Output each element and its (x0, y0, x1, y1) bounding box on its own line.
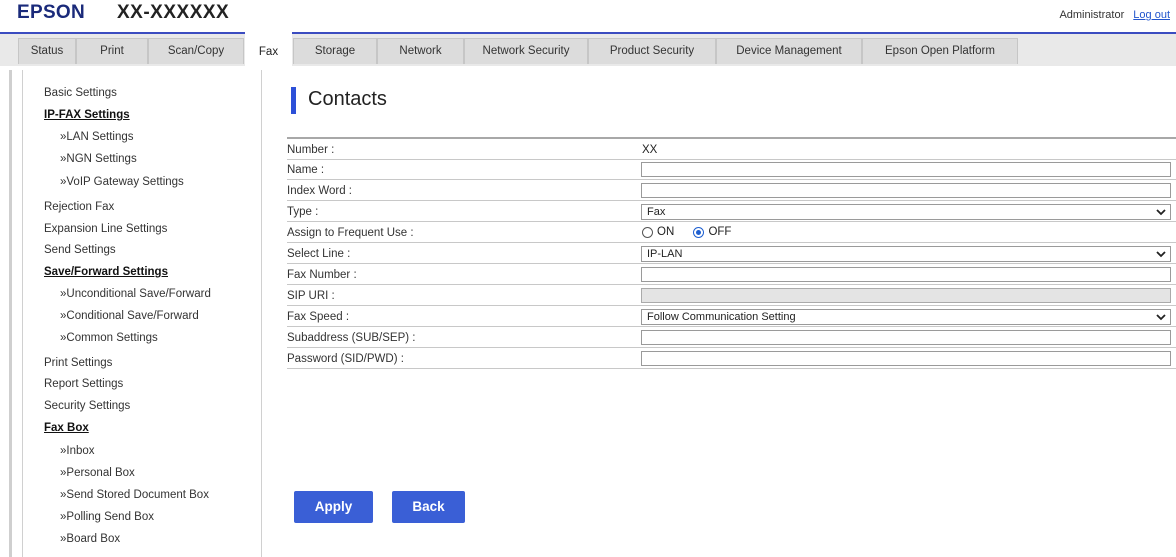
fax-speed-value: Follow Communication Setting (647, 311, 796, 323)
subaddress-field[interactable] (641, 330, 1171, 345)
number-label: Number : (287, 144, 335, 156)
header: EPSON XX-XXXXXX Administrator Log out (0, 0, 1176, 28)
tab-product-security[interactable]: Product Security (588, 38, 716, 64)
fax-speed-select[interactable]: Follow Communication Setting (641, 309, 1171, 325)
frequent-off-radio[interactable] (693, 226, 705, 238)
tab-status[interactable]: Status (18, 38, 76, 64)
select-line-select[interactable]: IP-LAN (641, 246, 1171, 262)
fax-speed-label: Fax Speed : (287, 311, 350, 323)
chevron-down-icon (1156, 251, 1166, 258)
sidebar-item-expansion-line-settings[interactable]: Expansion Line Settings (44, 223, 167, 235)
form-top-divider (287, 137, 1176, 139)
sidebar-item-lan-settings[interactable]: »LAN Settings (60, 131, 134, 143)
subaddress-label: Subaddress (SUB/SEP) : (287, 332, 416, 344)
select-line-value: IP-LAN (647, 248, 683, 260)
frequent-on-label: ON (657, 226, 675, 238)
sidebar-item-conditional-save-forward[interactable]: »Conditional Save/Forward (60, 310, 199, 322)
fax-number-field[interactable] (641, 267, 1171, 282)
index-word-label: Index Word : (287, 185, 352, 197)
name-label: Name : (287, 164, 325, 176)
frequent-use-label: Assign to Frequent Use : (287, 227, 414, 239)
sidebar-item-polling-send-box[interactable]: »Polling Send Box (60, 511, 154, 523)
row-password: Password (SID/PWD) : (287, 350, 1176, 369)
select-line-label: Select Line : (287, 248, 351, 260)
back-button[interactable]: Back (392, 491, 465, 523)
frequent-on-radio[interactable] (642, 226, 653, 238)
sidebar-item-fax-box[interactable]: Fax Box (44, 422, 89, 434)
row-name: Name : (287, 161, 1176, 180)
sidebar-item-board-box[interactable]: »Board Box (60, 533, 120, 545)
row-fax-speed: Fax Speed : Follow Communication Setting (287, 308, 1176, 327)
model-name: XX-XXXXXX (117, 2, 230, 23)
sidebar-item-unconditional-save-forward[interactable]: »Unconditional Save/Forward (60, 288, 211, 300)
tab-bar: Status Print Scan/Copy Fax Storage Netwo… (0, 32, 1176, 68)
frequent-off-label: OFF (708, 226, 732, 238)
logout-link[interactable]: Log out (1133, 9, 1170, 21)
row-index-word: Index Word : (287, 182, 1176, 201)
left-border (9, 70, 12, 557)
apply-button[interactable]: Apply (294, 491, 373, 523)
row-number: Number : XX (287, 141, 1176, 160)
tab-print[interactable]: Print (76, 38, 148, 64)
sidebar-item-personal-box[interactable]: »Personal Box (60, 467, 135, 479)
sip-uri-field (641, 288, 1171, 303)
sidebar-item-ip-fax-settings[interactable]: IP-FAX Settings (44, 109, 130, 121)
index-word-field[interactable] (641, 183, 1171, 198)
page-title: Contacts (308, 88, 387, 110)
row-select-line: Select Line : IP-LAN (287, 245, 1176, 264)
user-name: Administrator (1059, 9, 1125, 21)
sidebar-item-basic-settings[interactable]: Basic Settings (44, 87, 117, 99)
sidebar-item-rejection-fax[interactable]: Rejection Fax (44, 201, 114, 213)
sidebar-item-ngn-settings[interactable]: »NGN Settings (60, 153, 137, 165)
tab-device-management[interactable]: Device Management (716, 38, 862, 64)
fax-number-label: Fax Number : (287, 269, 357, 281)
sidebar-item-common-settings[interactable]: »Common Settings (60, 332, 158, 344)
name-field[interactable] (641, 162, 1171, 177)
chevron-down-icon (1156, 314, 1166, 321)
sip-uri-label: SIP URI : (287, 290, 335, 302)
sidebar-item-print-settings[interactable]: Print Settings (44, 357, 112, 369)
type-label: Type : (287, 206, 319, 218)
tab-fax[interactable]: Fax (245, 32, 292, 68)
row-type: Type : Fax (287, 203, 1176, 222)
sidebar-item-save-forward-settings[interactable]: Save/Forward Settings (44, 266, 168, 278)
sidebar-item-voip-gateway-settings[interactable]: »VoIP Gateway Settings (60, 176, 184, 188)
tab-scan-copy[interactable]: Scan/Copy (148, 38, 244, 64)
tab-epson-open-platform[interactable]: Epson Open Platform (862, 38, 1018, 64)
tab-network[interactable]: Network (377, 38, 464, 64)
user-area: Administrator Log out (1059, 9, 1170, 21)
epson-logo: EPSON (17, 2, 86, 23)
type-select-value: Fax (647, 206, 666, 218)
row-fax-number: Fax Number : (287, 266, 1176, 285)
title-accent-bar (291, 87, 296, 114)
row-sip-uri: SIP URI : (287, 287, 1176, 306)
password-field[interactable] (641, 351, 1171, 366)
row-frequent-use: Assign to Frequent Use : ON OFF (287, 224, 1176, 243)
number-value: XX (642, 144, 658, 156)
sidebar-item-send-stored-document-box[interactable]: »Send Stored Document Box (60, 489, 209, 501)
chevron-down-icon (1156, 209, 1166, 216)
password-label: Password (SID/PWD) : (287, 353, 404, 365)
sidebar: Basic Settings IP-FAX Settings »LAN Sett… (22, 70, 262, 557)
row-subaddress: Subaddress (SUB/SEP) : (287, 329, 1176, 348)
tab-network-security[interactable]: Network Security (464, 38, 588, 64)
sidebar-item-security-settings[interactable]: Security Settings (44, 400, 130, 412)
tab-storage[interactable]: Storage (293, 38, 377, 64)
sidebar-item-send-settings[interactable]: Send Settings (44, 244, 116, 256)
sidebar-item-report-settings[interactable]: Report Settings (44, 378, 123, 390)
type-select[interactable]: Fax (641, 204, 1171, 220)
sidebar-item-inbox[interactable]: »Inbox (60, 445, 95, 457)
frequent-use-radio-group: ON OFF (642, 226, 747, 238)
